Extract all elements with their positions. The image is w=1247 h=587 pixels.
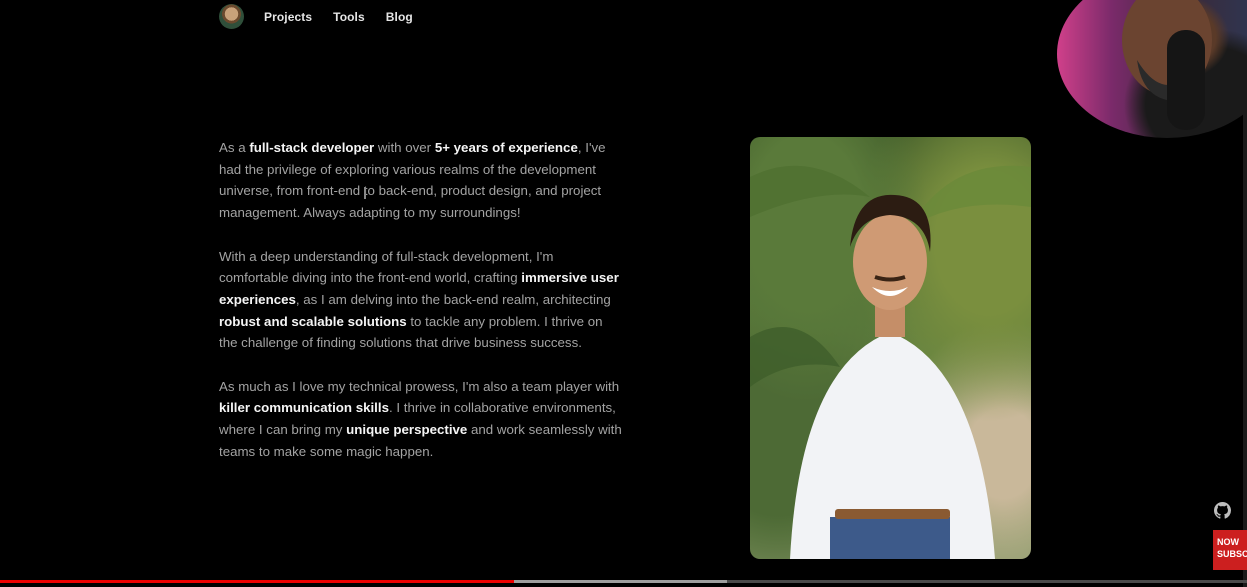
- about-paragraph-1: As a full-stack developer with over 5+ y…: [219, 137, 624, 224]
- body-text: with over: [374, 140, 435, 155]
- avatar[interactable]: [219, 4, 244, 29]
- text-cursor: [364, 187, 366, 199]
- subscribe-badge[interactable]: NOW SUBSCRIBE: [1213, 530, 1247, 570]
- body-text: With a deep understanding of full-stack …: [219, 248, 554, 286]
- nav-link-blog[interactable]: Blog: [386, 10, 413, 24]
- streamer-illustration: [1122, 0, 1212, 130]
- nav-link-tools[interactable]: Tools: [333, 10, 365, 24]
- github-icon[interactable]: [1214, 502, 1231, 519]
- about-paragraph-3: As much as I love my technical prowess, …: [219, 376, 624, 463]
- progress-played: [0, 580, 514, 583]
- person-illustration: [750, 165, 1031, 559]
- top-nav: Projects Tools Blog: [219, 4, 434, 29]
- emphasis-text: 5+ years of experience: [434, 140, 578, 155]
- emphasis-text: unique perspective: [346, 422, 468, 438]
- emphasis-text: robust and scalable solutions: [219, 313, 407, 329]
- webcam-overlay: [1057, 0, 1247, 138]
- nav-link-projects[interactable]: Projects: [264, 10, 312, 24]
- body-text: As a: [219, 140, 250, 155]
- video-progress-bar[interactable]: [0, 580, 1247, 583]
- profile-photo: [750, 137, 1031, 559]
- about-text: As a full-stack developer with over 5+ y…: [219, 137, 624, 484]
- emphasis-text: full-stack developer: [249, 140, 375, 155]
- about-paragraph-2: With a deep understanding of full-stack …: [219, 246, 624, 355]
- emphasis-text: killer communication skills: [219, 400, 389, 416]
- body-text: , as I am delving into the back-end real…: [295, 291, 611, 307]
- body-text: As much as I love my technical prowess, …: [219, 378, 620, 394]
